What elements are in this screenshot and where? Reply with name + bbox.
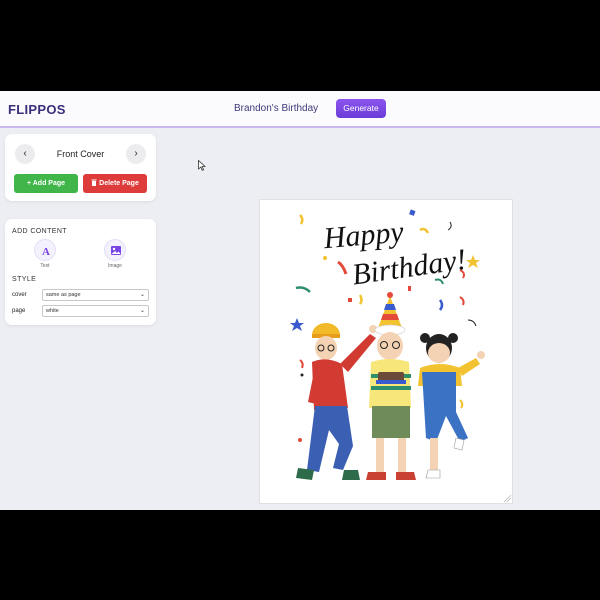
birthday-illustration: Happy Birthday!	[290, 209, 512, 503]
chevron-left-icon: ‹	[23, 148, 27, 159]
delete-page-button[interactable]: Delete Page	[83, 174, 147, 193]
add-image-button[interactable]	[104, 239, 126, 261]
boy-in-red-sweater	[296, 323, 377, 480]
content-panel: ADD CONTENT A Text Image STYLE cover sam…	[5, 219, 156, 325]
chevron-right-icon: ›	[134, 148, 138, 159]
app-window: FLIPPOS Brandon's Birthday Generate ‹ Fr…	[0, 91, 600, 510]
trash-icon	[91, 179, 97, 186]
add-text-button[interactable]: A	[34, 239, 56, 261]
cover-style-value: same as page	[46, 292, 81, 298]
page-navigator-card: ‹ Front Cover › + Add Page Delete Page	[5, 134, 156, 201]
text-icon: A	[42, 246, 50, 258]
add-content-heading: ADD CONTENT	[12, 228, 67, 235]
chevron-down-icon: ⌄	[139, 308, 145, 314]
current-page-name: Front Cover	[56, 149, 105, 159]
previous-page-button[interactable]: ‹	[15, 144, 35, 164]
page-style-label: page	[12, 308, 26, 314]
image-icon	[111, 246, 121, 255]
cover-style-label: cover	[12, 292, 27, 298]
delete-page-label: Delete Page	[99, 180, 139, 187]
project-title[interactable]: Brandon's Birthday	[234, 103, 318, 114]
chevron-down-icon: ⌄	[139, 292, 145, 298]
book-page-canvas[interactable]: Happy Birthday!	[259, 199, 513, 504]
style-heading: STYLE	[12, 276, 37, 283]
boy-with-cake	[366, 292, 416, 480]
page-style-value: white	[46, 308, 59, 314]
brand-logo: FLIPPOS	[8, 102, 66, 117]
top-bar: FLIPPOS Brandon's Birthday Generate	[0, 91, 600, 128]
girl-in-overalls	[418, 333, 485, 479]
add-page-button[interactable]: + Add Page	[14, 174, 78, 193]
greeting-line-1: Happy	[321, 215, 405, 255]
cover-style-select[interactable]: same as page ⌄	[42, 289, 149, 301]
page-style-select[interactable]: white ⌄	[42, 305, 149, 317]
next-page-button[interactable]: ›	[126, 144, 146, 164]
text-tool-label: Text	[40, 263, 50, 269]
svg-text:A: A	[42, 246, 50, 258]
mouse-cursor-icon	[198, 160, 206, 171]
resize-handle-icon[interactable]	[503, 494, 512, 503]
generate-button[interactable]: Generate	[336, 99, 386, 118]
image-tool-label: Image	[108, 263, 122, 269]
